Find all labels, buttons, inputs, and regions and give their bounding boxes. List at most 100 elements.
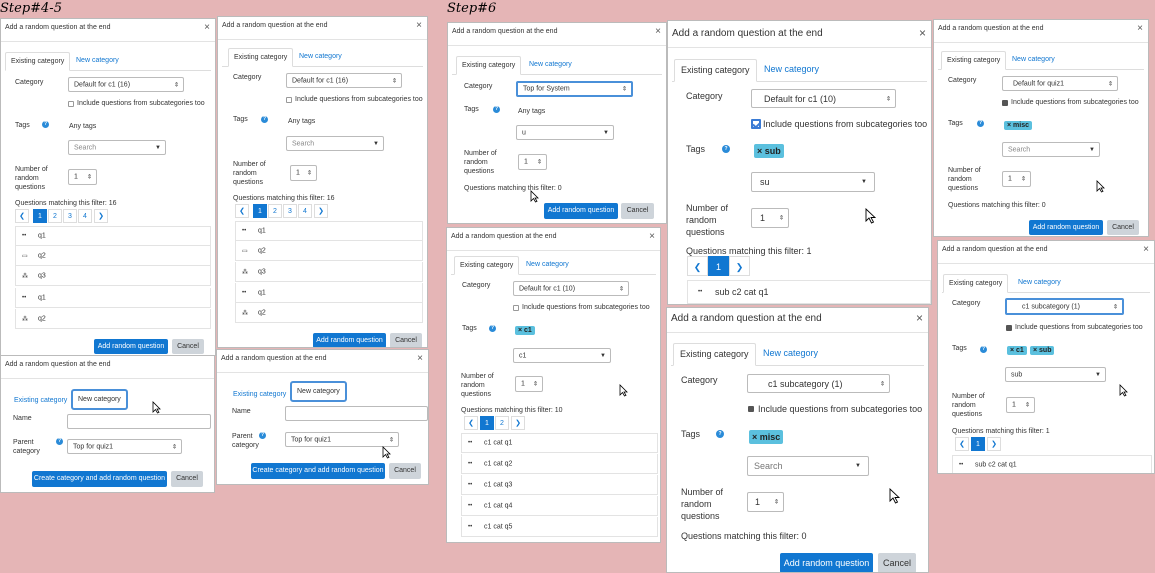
close-icon[interactable]: × bbox=[1137, 23, 1143, 34]
tags-search-input[interactable]: c1 ▼ bbox=[513, 348, 611, 363]
name-input[interactable] bbox=[67, 414, 211, 429]
tab-existing-category[interactable]: Existing category bbox=[943, 274, 1009, 293]
number-select[interactable]: 1 ⇕ bbox=[1002, 171, 1031, 187]
add-random-question-button[interactable]: Add random question bbox=[780, 553, 873, 572]
include-subcategories-checkbox[interactable] bbox=[1002, 100, 1008, 106]
close-icon[interactable]: × bbox=[649, 231, 655, 242]
prev-page-icon[interactable]: ❮ bbox=[464, 416, 478, 430]
cancel-button[interactable]: Cancel bbox=[621, 203, 654, 219]
tab-new-category[interactable]: New category bbox=[758, 59, 825, 80]
help-icon[interactable]: ? bbox=[977, 120, 984, 127]
page-1[interactable]: 1 bbox=[253, 204, 267, 218]
page-3[interactable]: 3 bbox=[283, 204, 297, 218]
category-select[interactable]: Default for c1 (10) ⇕ bbox=[513, 281, 629, 296]
number-select[interactable]: 1 ⇕ bbox=[747, 492, 784, 512]
tags-search-input[interactable]: u ▼ bbox=[516, 125, 614, 140]
include-subcategories-checkbox[interactable] bbox=[1006, 325, 1012, 331]
help-icon[interactable]: ? bbox=[42, 121, 49, 128]
tab-new-category[interactable]: New category bbox=[290, 381, 347, 402]
tab-new-category[interactable]: New category bbox=[757, 343, 824, 364]
cancel-button[interactable]: Cancel bbox=[389, 463, 421, 479]
close-icon[interactable]: × bbox=[1143, 244, 1149, 255]
close-icon[interactable]: × bbox=[416, 20, 422, 31]
page-1[interactable]: 1 bbox=[971, 437, 985, 451]
tags-search-input[interactable]: Search ▼ bbox=[286, 136, 384, 151]
help-icon[interactable]: ? bbox=[56, 438, 63, 445]
tab-existing-category[interactable]: Existing category bbox=[454, 256, 520, 275]
cancel-button[interactable]: Cancel bbox=[172, 339, 204, 354]
page-1[interactable]: 1 bbox=[708, 256, 729, 276]
create-category-button[interactable]: Create category and add random question bbox=[32, 471, 167, 487]
tags-search-input[interactable]: Search ▼ bbox=[1002, 142, 1100, 157]
category-select[interactable]: Default for c1 (16) ⇕ bbox=[286, 73, 402, 88]
tab-new-category[interactable]: New category bbox=[524, 56, 577, 73]
help-icon[interactable]: ? bbox=[259, 432, 266, 439]
next-page-icon[interactable]: ❯ bbox=[729, 256, 750, 276]
include-subcategories-checkbox[interactable] bbox=[513, 305, 519, 311]
close-icon[interactable]: × bbox=[655, 26, 661, 37]
page-3[interactable]: 3 bbox=[63, 209, 77, 223]
tab-new-category[interactable]: New category bbox=[71, 52, 124, 69]
tab-existing-category[interactable]: Existing category bbox=[456, 56, 522, 75]
number-select[interactable]: 1 ⇕ bbox=[68, 169, 97, 185]
page-2[interactable]: 2 bbox=[48, 209, 62, 223]
close-icon[interactable]: × bbox=[417, 353, 423, 364]
category-select[interactable]: c1 subcategory (1) ⇕ bbox=[747, 374, 890, 393]
page-1[interactable]: 1 bbox=[480, 416, 494, 430]
category-select[interactable]: Default for quiz1 ⇕ bbox=[1002, 76, 1118, 91]
parent-category-select[interactable]: Top for quiz1 ⇕ bbox=[67, 439, 182, 454]
page-2[interactable]: 2 bbox=[495, 416, 509, 430]
include-subcategories-checkbox[interactable] bbox=[68, 101, 74, 107]
number-select[interactable]: 1 ⇕ bbox=[515, 376, 543, 392]
help-icon[interactable]: ? bbox=[261, 116, 268, 123]
next-page-icon[interactable]: ❯ bbox=[94, 209, 108, 223]
help-icon[interactable]: ? bbox=[716, 430, 724, 438]
help-icon[interactable]: ? bbox=[493, 106, 500, 113]
prev-page-icon[interactable]: ❮ bbox=[235, 204, 249, 218]
help-icon[interactable]: ? bbox=[980, 346, 987, 353]
tags-search-input[interactable]: Search ▼ bbox=[747, 456, 869, 476]
include-subcategories-checkbox[interactable] bbox=[748, 406, 754, 412]
tag-badge-misc[interactable]: × misc bbox=[1004, 121, 1032, 130]
add-random-question-button[interactable]: Add random question bbox=[313, 333, 386, 347]
page-2[interactable]: 2 bbox=[268, 204, 282, 218]
prev-page-icon[interactable]: ❮ bbox=[955, 437, 969, 451]
page-1[interactable]: 1 bbox=[33, 209, 47, 223]
cancel-button[interactable]: Cancel bbox=[1107, 220, 1139, 235]
close-icon[interactable]: × bbox=[919, 26, 926, 40]
add-random-question-button[interactable]: Add random question bbox=[94, 339, 168, 354]
tag-badge-misc[interactable]: × misc bbox=[749, 430, 784, 444]
name-input[interactable] bbox=[285, 406, 428, 421]
category-select[interactable]: c1 subcategory (1) ⇕ bbox=[1005, 298, 1124, 315]
prev-page-icon[interactable]: ❮ bbox=[687, 256, 708, 276]
tab-new-category[interactable]: New category bbox=[1007, 51, 1060, 68]
tags-search-input[interactable]: Search ▼ bbox=[68, 140, 166, 155]
number-select[interactable]: 1 ⇕ bbox=[751, 208, 789, 228]
tab-existing-category[interactable]: Existing category bbox=[673, 343, 756, 366]
number-select[interactable]: 1 ⇕ bbox=[1006, 397, 1035, 413]
tags-search-input[interactable]: sub ▼ bbox=[1005, 367, 1106, 382]
category-select[interactable]: Default for c1 (10) ⇕ bbox=[751, 89, 896, 108]
tag-badge-sub[interactable]: × sub bbox=[1030, 346, 1055, 355]
tab-new-category[interactable]: New category bbox=[294, 48, 347, 65]
create-category-button[interactable]: Create category and add random question bbox=[251, 463, 385, 479]
help-icon[interactable]: ? bbox=[489, 325, 496, 332]
add-random-question-button[interactable]: Add random question bbox=[1029, 220, 1103, 235]
number-select[interactable]: 1 ⇕ bbox=[518, 154, 547, 170]
include-subcategories-checkbox[interactable] bbox=[286, 97, 292, 103]
cancel-button[interactable]: Cancel bbox=[390, 333, 422, 347]
close-icon[interactable]: × bbox=[916, 311, 923, 325]
cancel-button[interactable]: Cancel bbox=[171, 471, 203, 487]
cancel-button[interactable]: Cancel bbox=[878, 553, 916, 572]
next-page-icon[interactable]: ❯ bbox=[987, 437, 1001, 451]
tab-new-category[interactable]: New category bbox=[71, 389, 128, 410]
tab-existing-category[interactable]: Existing category bbox=[9, 392, 72, 409]
tab-existing-category[interactable]: Existing category bbox=[228, 48, 294, 67]
tab-existing-category[interactable]: Existing category bbox=[228, 386, 291, 403]
number-select[interactable]: 1 ⇕ bbox=[290, 165, 317, 181]
parent-category-select[interactable]: Top for quiz1 ⇕ bbox=[285, 432, 399, 447]
category-select[interactable]: Top for System ⇕ bbox=[516, 81, 633, 97]
tab-existing-category[interactable]: Existing category bbox=[941, 51, 1007, 70]
tab-new-category[interactable]: New category bbox=[1013, 274, 1066, 291]
tab-existing-category[interactable]: Existing category bbox=[5, 52, 71, 71]
